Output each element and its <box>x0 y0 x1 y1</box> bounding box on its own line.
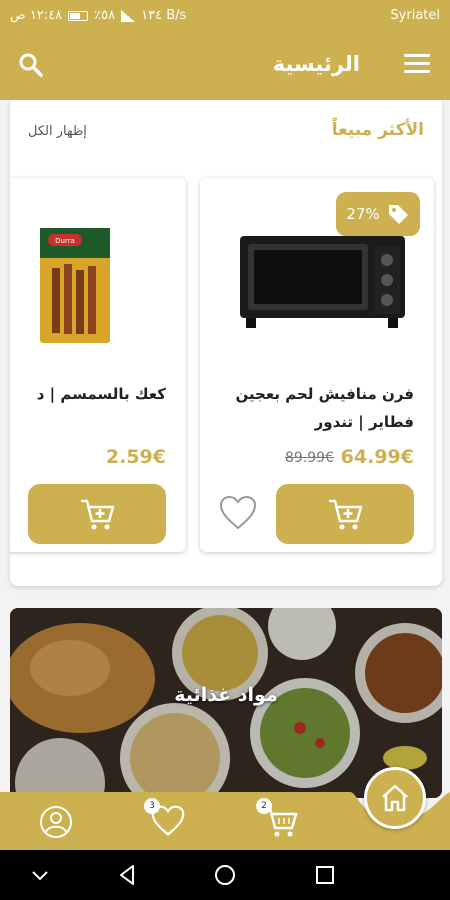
favorites-nav-button[interactable]: 3 <box>144 798 190 844</box>
add-to-cart-button[interactable] <box>276 484 414 544</box>
tag-icon <box>388 205 408 224</box>
add-to-cart-button[interactable] <box>28 484 166 544</box>
search-icon <box>19 53 43 77</box>
clock: ١٢:٤٨ ص <box>10 8 63 23</box>
status-right: Syriatel <box>390 8 440 23</box>
category-label: مواد غذائية <box>174 684 278 706</box>
back-icon <box>120 865 134 885</box>
signal-icon <box>121 9 136 22</box>
status-bar: ١٢:٤٨ ص ٪٥٨ ١٣٤ B/s Syriatel <box>0 0 450 32</box>
product-card[interactable]: Durra كعك بالسمسم | د 2.59€ <box>10 178 186 552</box>
system-nav-bar <box>0 850 450 900</box>
section-title: الأكثر مبيعاً <box>331 120 424 140</box>
home-system-button[interactable] <box>213 863 237 887</box>
cart-nav-button[interactable]: 2 <box>256 798 302 844</box>
product-name: فرن منافيش لحم بعجين فطاير | تندور <box>235 385 414 431</box>
circle-home-icon <box>215 865 235 885</box>
user-icon <box>40 806 72 838</box>
product-image: Durra <box>40 228 110 343</box>
menu-icon-line <box>404 62 430 65</box>
category-banner[interactable]: مواد غذائية <box>10 608 442 798</box>
carrier-name: Syriatel <box>390 8 440 23</box>
recents-button[interactable] <box>313 863 337 887</box>
heart-icon <box>219 495 257 530</box>
best-sellers-section: الأكثر مبيعاً إظهار الكل 27% فرن منافيش … <box>10 100 442 586</box>
menu-icon-line <box>404 70 430 73</box>
menu-icon <box>404 54 430 57</box>
battery-icon <box>68 10 89 21</box>
status-left: ١٢:٤٨ ص ٪٥٨ ١٣٤ B/s <box>10 8 186 23</box>
page-title: الرئيسية <box>272 52 360 76</box>
hide-nav-button[interactable] <box>28 863 52 887</box>
app-bar: الرئيسية <box>0 32 450 100</box>
product-price: 2.59€ <box>105 446 166 468</box>
home-icon <box>382 784 408 812</box>
product-name: كعك بالسمسم | د <box>36 385 166 403</box>
show-all-link[interactable]: إظهار الكل <box>28 124 87 139</box>
favorites-count-badge: 3 <box>144 798 160 814</box>
network-speed: ١٣٤ B/s <box>141 8 187 23</box>
product-old-price: 89.99€ <box>285 450 334 466</box>
discount-value: 27% <box>346 205 380 223</box>
profile-nav-button[interactable] <box>38 804 78 844</box>
cart-count-badge: 2 <box>256 798 272 814</box>
back-button[interactable] <box>115 863 139 887</box>
menu-button[interactable] <box>404 54 430 76</box>
home-nav-button[interactable] <box>364 767 426 829</box>
recents-icon <box>316 866 334 884</box>
search-button[interactable] <box>18 52 44 78</box>
chevron-down-icon <box>32 871 48 881</box>
product-price: 64.99€ <box>340 446 414 468</box>
cart-plus-icon <box>329 499 363 530</box>
product-card[interactable]: 27% فرن منافيش لحم بعجين فطاير | تندور 6… <box>200 178 434 552</box>
brand-label: Durra <box>55 237 75 245</box>
favorite-button[interactable] <box>218 494 258 532</box>
battery-level: ٪٥٨ <box>94 8 116 23</box>
product-image <box>240 236 405 328</box>
cart-plus-icon <box>81 499 115 530</box>
